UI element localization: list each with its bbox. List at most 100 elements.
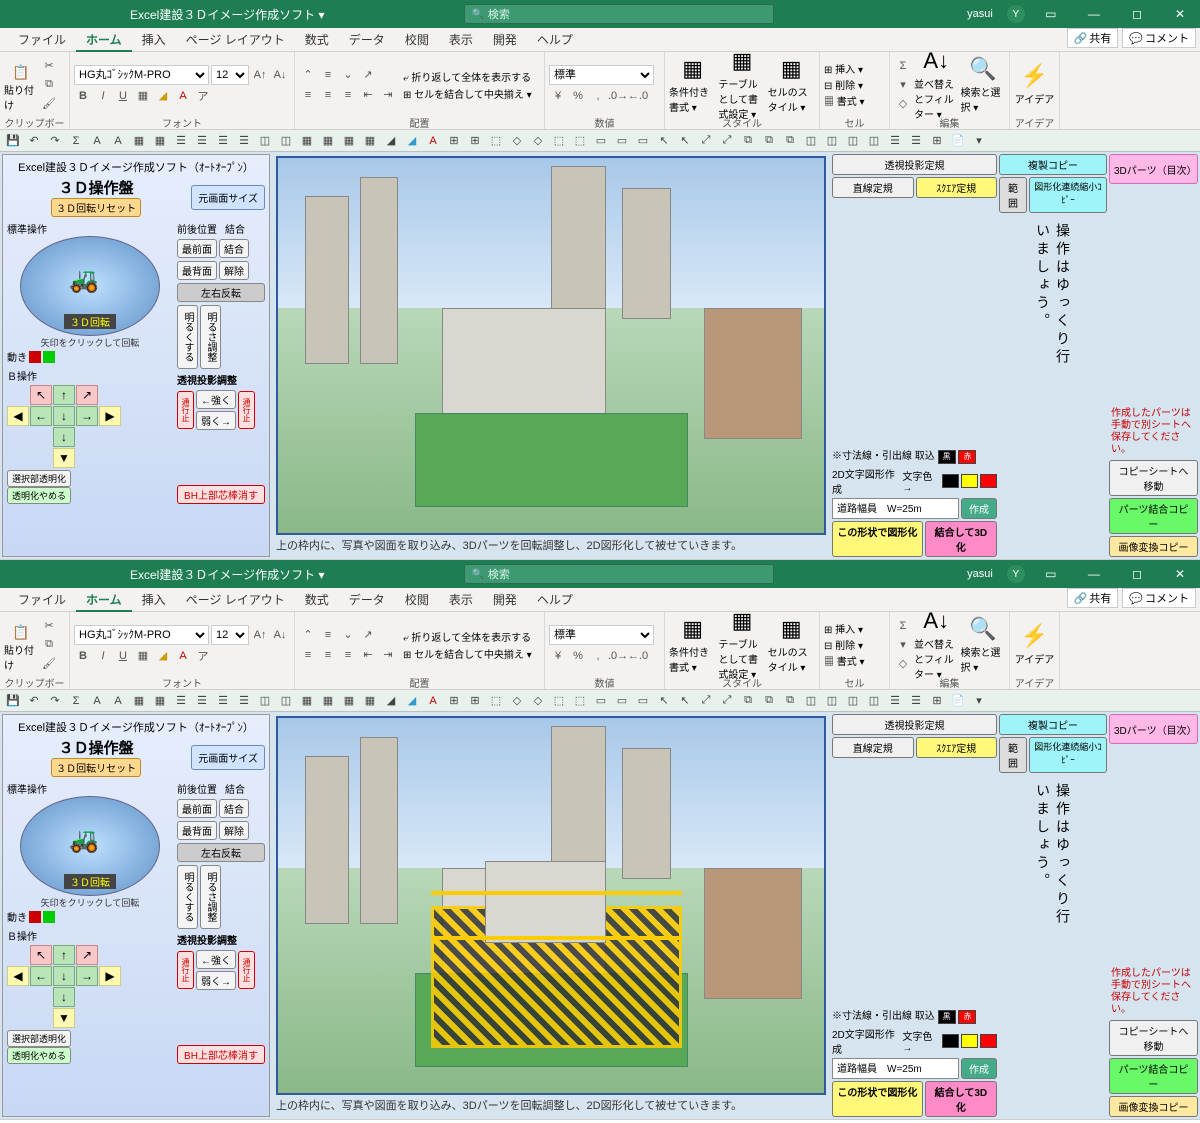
img-conv-button[interactable]: 画像変換コピー — [1109, 536, 1198, 557]
img-conv-button[interactable]: 画像変換コピー — [1109, 1096, 1198, 1117]
qat-btn[interactable]: ⬚ — [550, 132, 568, 150]
cut-icon[interactable]: ✂ — [40, 617, 58, 635]
text-red[interactable] — [980, 1034, 997, 1048]
text-yellow[interactable] — [961, 474, 978, 488]
align-left-icon[interactable]: ≡ — [299, 86, 317, 104]
original-size-button[interactable]: 元画面サイズ — [191, 185, 265, 210]
stronger-button[interactable]: ←強く — [196, 950, 236, 969]
tab-page-layout[interactable]: ページ レイアウト — [176, 28, 295, 52]
qat-btn[interactable]: ⧉ — [760, 132, 778, 150]
qat-btn[interactable]: ⊞ — [445, 132, 463, 150]
qat-btn[interactable]: ◫ — [865, 692, 883, 710]
bh-erase-button[interactable]: BH上部芯棒消す — [177, 485, 265, 504]
number-format-select[interactable]: 標準 — [549, 65, 654, 85]
combine-3d-button[interactable]: 結合して3D化 — [925, 1081, 997, 1117]
share-button[interactable]: 🔗 共有 — [1067, 588, 1119, 608]
qat-btn[interactable]: ◫ — [865, 132, 883, 150]
parts-index-button[interactable]: 3Dパーツ（目次） — [1109, 714, 1198, 744]
comma-icon[interactable]: , — [589, 647, 607, 665]
cut-icon[interactable]: ✂ — [40, 57, 58, 75]
phonetic-button[interactable]: ア — [194, 87, 212, 105]
qat-btn[interactable]: ◢ — [403, 132, 421, 150]
sel-trans-button[interactable]: 選択部透明化 — [7, 1030, 71, 1047]
text-black[interactable] — [942, 474, 959, 488]
qat-btn[interactable]: ▦ — [151, 692, 169, 710]
tab-home[interactable]: ホーム — [76, 588, 132, 612]
stop-trans-button[interactable]: 透明化やめる — [7, 487, 71, 504]
graphize-button[interactable]: この形状で図形化 — [832, 521, 923, 557]
weaker-button[interactable]: 弱く→ — [196, 411, 236, 430]
tab-help[interactable]: ヘルプ — [527, 588, 583, 612]
tab-file[interactable]: ファイル — [8, 28, 76, 52]
align-right-icon[interactable]: ≡ — [339, 646, 357, 664]
qat-btn[interactable]: A — [88, 132, 106, 150]
close-button[interactable]: ✕ — [1160, 0, 1200, 28]
qat-btn[interactable]: ▦ — [298, 692, 316, 710]
graph-shrink-button[interactable]: 図形化連続縮小ｺﾋﾟｰ — [1029, 177, 1107, 213]
fill-icon[interactable]: ▾ — [894, 636, 912, 654]
qat-btn[interactable]: ◢ — [382, 692, 400, 710]
qat-btn[interactable]: ▭ — [634, 692, 652, 710]
qat-btn[interactable]: ▭ — [592, 692, 610, 710]
font-name-select[interactable]: HG丸ｺﾞｼｯｸM-PRO — [74, 65, 209, 85]
qat-btn[interactable]: ↖ — [676, 132, 694, 150]
align-bottom-icon[interactable]: ⌄ — [339, 66, 357, 84]
tab-page-layout[interactable]: ページ レイアウト — [176, 588, 295, 612]
align-top-icon[interactable]: ⌃ — [299, 66, 317, 84]
qat-btn[interactable]: ⊞ — [928, 692, 946, 710]
qat-btn[interactable]: ◫ — [823, 132, 841, 150]
indent-inc-icon[interactable]: ⇥ — [379, 86, 397, 104]
italic-button[interactable]: I — [94, 87, 112, 105]
delete-cells-button[interactable]: ⊟ 削除 ▾ — [824, 77, 865, 92]
merge-button[interactable]: 結合 — [219, 799, 249, 818]
fill-color-button[interactable]: ◢ — [154, 647, 172, 665]
tab-view[interactable]: 表示 — [439, 28, 483, 52]
comment-button[interactable]: 💬 コメント — [1122, 588, 1196, 608]
qat-btn[interactable]: ◢ — [403, 692, 421, 710]
format-cells-button[interactable]: ▦ 書式 ▾ — [824, 653, 865, 668]
qat-btn[interactable]: ◫ — [256, 692, 274, 710]
orientation-icon[interactable]: ↗ — [359, 626, 377, 644]
cell-style-button[interactable]: ▦セルのスタイル ▾ — [768, 56, 815, 114]
grow-font-icon[interactable]: A↑ — [251, 66, 269, 84]
qat-save-icon[interactable]: 💾 — [4, 132, 22, 150]
qat-btn[interactable]: ☰ — [193, 692, 211, 710]
ribbon-mode-icon[interactable]: ▭ — [1031, 0, 1071, 28]
qat-btn[interactable]: ▦ — [130, 132, 148, 150]
speed-red[interactable] — [29, 911, 41, 923]
qat-undo-icon[interactable]: ↶ — [25, 132, 43, 150]
wrap-text-button[interactable]: ⤶ 折り返して全体を表示する — [403, 69, 532, 84]
swatch-red[interactable]: 赤 — [958, 1010, 976, 1024]
format-cells-button[interactable]: ▦ 書式 ▾ — [824, 93, 865, 108]
phonetic-button[interactable]: ア — [194, 647, 212, 665]
qat-btn[interactable]: ⊞ — [445, 692, 463, 710]
delete-cells-button[interactable]: ⊟ 削除 ▾ — [824, 637, 865, 652]
border-button[interactable]: ▦ — [134, 87, 152, 105]
qat-btn[interactable]: ▦ — [319, 132, 337, 150]
qat-btn[interactable]: ▦ — [151, 132, 169, 150]
qat-btn[interactable]: ↖ — [676, 692, 694, 710]
sort-filter-button[interactable]: A↓並べ替えとフィルター ▾ — [914, 616, 959, 674]
tab-insert[interactable]: 挿入 — [132, 28, 176, 52]
table-format-button[interactable]: ▦テーブルとして書式設定 ▾ — [718, 56, 765, 114]
persp-ruler-button[interactable]: 透視投影定規 — [832, 154, 997, 175]
qat-btn[interactable]: ▦ — [340, 692, 358, 710]
bright-adj-button[interactable]: 明るさ調整 — [200, 305, 221, 369]
qat-btn[interactable]: ⧉ — [781, 692, 799, 710]
merge-center-button[interactable]: ⊞ セルを結合して中央揃え ▾ — [403, 646, 532, 661]
align-center-icon[interactable]: ≡ — [319, 646, 337, 664]
copy-icon[interactable]: ⧉ — [40, 636, 58, 654]
italic-button[interactable]: I — [94, 647, 112, 665]
ideas-button[interactable]: ⚡アイデア — [1014, 616, 1055, 674]
comment-button[interactable]: 💬 コメント — [1122, 28, 1196, 48]
currency-icon[interactable]: ¥ — [549, 647, 567, 665]
stop-trans-button[interactable]: 透明化やめる — [7, 1047, 71, 1064]
text-red[interactable] — [980, 474, 997, 488]
cond-format-button[interactable]: ▦条件付き書式 ▾ — [669, 56, 716, 114]
qat-btn[interactable]: ◇ — [529, 132, 547, 150]
font-size-select[interactable]: 12 — [211, 65, 249, 85]
rotation-disk[interactable]: 🚜 ３Ｄ回転 — [20, 796, 160, 896]
speed-red[interactable] — [29, 351, 41, 363]
qat-btn[interactable]: ⧉ — [781, 132, 799, 150]
qat-btn[interactable]: ⬚ — [571, 692, 589, 710]
